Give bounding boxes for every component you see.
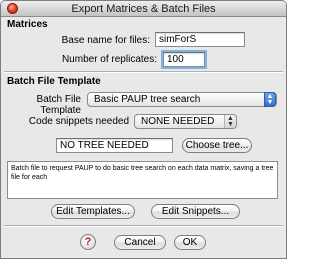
title-bar[interactable]: Export Matrices & Batch Files — [1, 1, 286, 17]
replicates-input[interactable]: 100 — [163, 52, 205, 67]
snippets-popup[interactable]: NONE NEEDED ▲ ▼ — [134, 114, 237, 129]
template-description[interactable]: Batch file to request PAUP to do basic t… — [7, 161, 278, 199]
cancel-button[interactable]: Cancel — [114, 235, 166, 250]
help-icon[interactable]: ? — [80, 234, 96, 250]
edit-templates-button[interactable]: Edit Templates... — [51, 204, 135, 219]
window-title: Export Matrices & Batch Files — [71, 3, 216, 15]
chevron-updown-icon: ▲ ▼ — [264, 92, 276, 107]
replicates-label: Number of replicates: — [61, 54, 157, 65]
choose-tree-button[interactable]: Choose tree... — [182, 138, 252, 153]
ok-button[interactable]: OK — [174, 235, 206, 250]
edit-snippets-button[interactable]: Edit Snippets... — [151, 204, 240, 219]
snippets-popup-value: NONE NEEDED — [141, 116, 215, 127]
template-popup-value: Basic PAUP tree search — [94, 94, 201, 105]
chevron-updown-icon: ▲ ▼ — [224, 115, 236, 128]
base-name-input[interactable]: simForS — [155, 32, 245, 47]
footer-divider — [4, 225, 283, 227]
export-dialog: Export Matrices & Batch Files Matrices B… — [0, 0, 287, 259]
base-name-label: Base name for files: — [61, 35, 150, 46]
tree-field[interactable]: NO TREE NEEDED — [56, 138, 173, 153]
batch-heading: Batch File Template — [7, 76, 101, 87]
template-description-text: Batch file to request PAUP to do basic t… — [11, 165, 274, 181]
matrices-heading: Matrices — [7, 19, 48, 30]
section-divider — [4, 71, 283, 73]
template-popup[interactable]: Basic PAUP tree search ▲ ▼ — [87, 92, 277, 107]
snippets-label: Code snippets needed — [28, 116, 129, 127]
template-label: Batch File Template — [36, 94, 81, 116]
